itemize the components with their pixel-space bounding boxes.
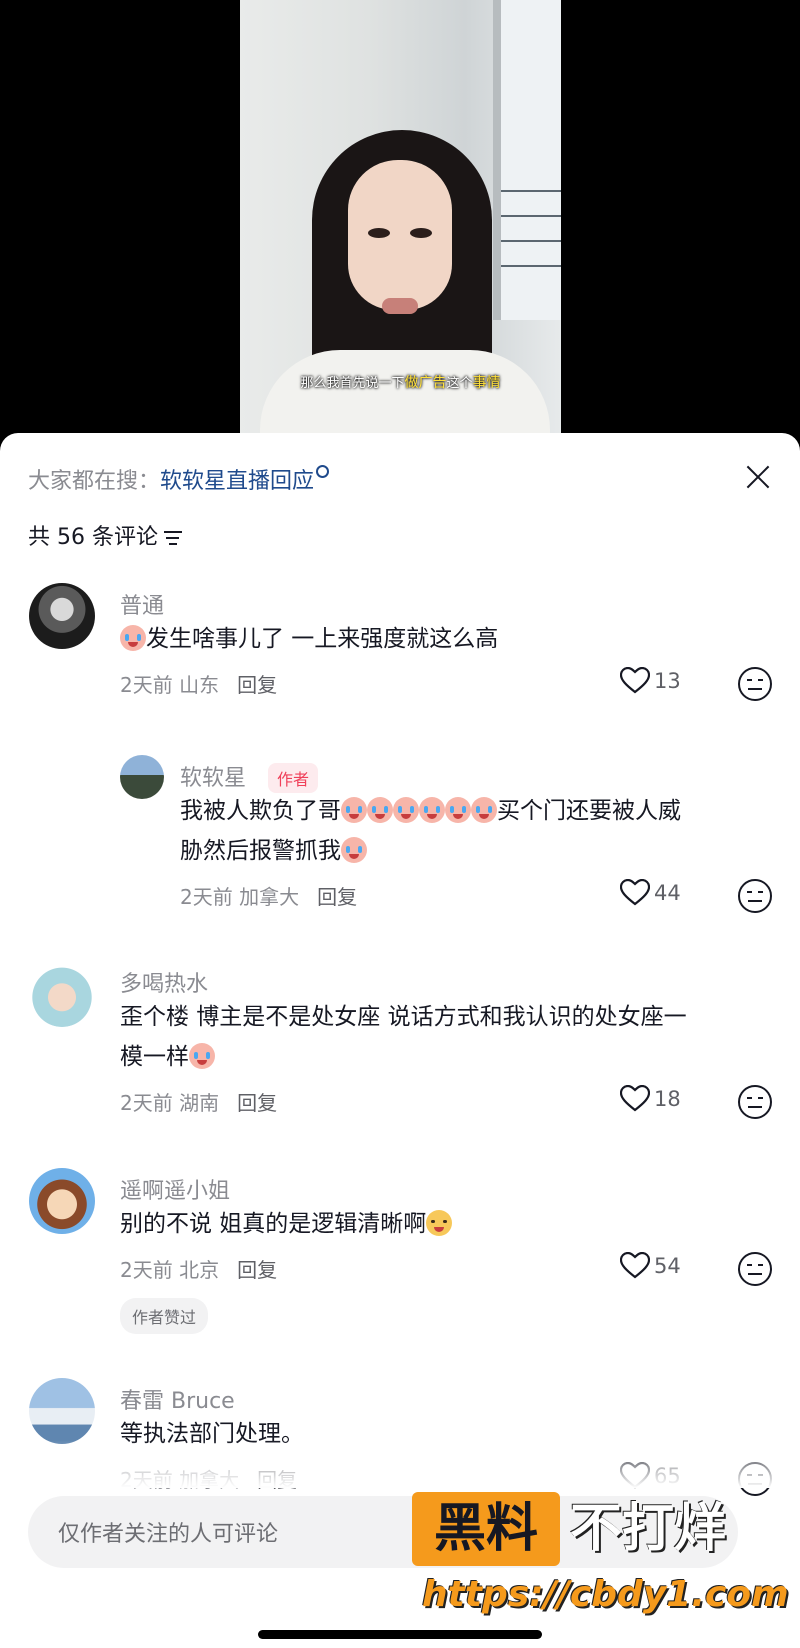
trending-search-label: 大家都在搜： bbox=[28, 469, 161, 494]
watermark-logo-text: 不打烊 bbox=[570, 1499, 727, 1559]
comment-meta: 2天前 北京 回复 bbox=[120, 1258, 278, 1282]
heart-icon bbox=[620, 1252, 650, 1279]
comment-username[interactable]: 遥啊遥小姐 bbox=[120, 1173, 230, 1205]
comment-text: 别的不说 姐真的是逻辑清晰啊 bbox=[120, 1204, 453, 1244]
comment-username[interactable]: 春雷 Bruce bbox=[120, 1383, 235, 1415]
comment-meta: 2天前 加拿大回复 bbox=[180, 885, 358, 909]
comment-text: 歪个楼 博主是不是处女座 说话方式和我认识的处女座一 bbox=[120, 1004, 687, 1030]
like-button[interactable]: 13 bbox=[620, 667, 681, 694]
comment-username[interactable]: 普通 bbox=[120, 588, 164, 620]
watermark-url: https://cbdy1.com bbox=[422, 1574, 789, 1615]
comment-text: 我被人欺负了哥 买个门还要被人威 bbox=[180, 797, 681, 824]
dislike-icon[interactable] bbox=[738, 667, 772, 701]
like-button[interactable]: 54 bbox=[620, 1252, 681, 1279]
comment-username[interactable]: 软软星 bbox=[180, 760, 246, 792]
reply-button[interactable]: 回复 bbox=[237, 1091, 277, 1115]
comment-meta: 2天前 山东 回复 bbox=[120, 673, 278, 697]
avatar[interactable] bbox=[29, 1168, 95, 1234]
dislike-icon[interactable] bbox=[738, 1085, 772, 1119]
comment-meta: 2天前 湖南 回复 bbox=[120, 1091, 278, 1115]
comment-text-line2: 模一样 bbox=[120, 1037, 215, 1077]
comment-text-line2: 胁然后报警抓我 bbox=[180, 831, 367, 871]
video-caption: 那么我首先说一下做广告这个事情 bbox=[300, 375, 501, 391]
avatar[interactable] bbox=[29, 1378, 95, 1444]
watermark: 黑料 不打烊 https://cbdy1.com bbox=[412, 1486, 789, 1626]
person-face bbox=[348, 160, 452, 310]
avatar[interactable] bbox=[29, 583, 95, 649]
close-icon[interactable] bbox=[742, 461, 774, 493]
trending-search[interactable]: 大家都在搜：软软星直播回应 bbox=[28, 463, 330, 495]
comment-text: 发生啥事儿了 一上来强度就这么高 bbox=[120, 619, 498, 659]
author-liked-badge: 作者赞过 bbox=[120, 1298, 209, 1334]
avatar[interactable] bbox=[29, 961, 95, 1027]
video-player[interactable]: 那么我首先说一下做广告这个事情 bbox=[0, 0, 800, 440]
comment-input-placeholder: 仅作者关注的人可评论 bbox=[58, 1522, 279, 1547]
trending-search-term[interactable]: 软软星直播回应 bbox=[160, 469, 314, 494]
home-indicator[interactable] bbox=[258, 1630, 542, 1639]
author-badge: 作者 bbox=[268, 763, 319, 793]
comment-username[interactable]: 多喝热水 bbox=[120, 966, 208, 998]
window-background bbox=[493, 0, 561, 320]
heart-icon bbox=[620, 1085, 650, 1112]
reply-button[interactable]: 回复 bbox=[237, 1258, 277, 1282]
like-button[interactable]: 44 bbox=[620, 879, 681, 906]
dislike-icon[interactable] bbox=[738, 879, 772, 913]
reply-button[interactable]: 回复 bbox=[237, 673, 277, 697]
reply-button[interactable]: 回复 bbox=[317, 885, 357, 909]
heart-icon bbox=[620, 879, 650, 906]
scroll-fade bbox=[0, 1440, 800, 1488]
search-icon[interactable] bbox=[316, 465, 330, 478]
avatar[interactable] bbox=[120, 755, 164, 799]
emoji-icon bbox=[120, 625, 146, 651]
person-shirt bbox=[260, 350, 550, 440]
like-button[interactable]: 18 bbox=[620, 1085, 681, 1112]
heart-icon bbox=[620, 667, 650, 694]
watermark-logo-box: 黑料 bbox=[412, 1492, 560, 1566]
dislike-icon[interactable] bbox=[738, 1252, 772, 1286]
video-frame: 那么我首先说一下做广告这个事情 bbox=[240, 0, 561, 440]
comment-count: 共 56 条评论 bbox=[28, 519, 182, 551]
filter-icon[interactable] bbox=[163, 530, 182, 546]
